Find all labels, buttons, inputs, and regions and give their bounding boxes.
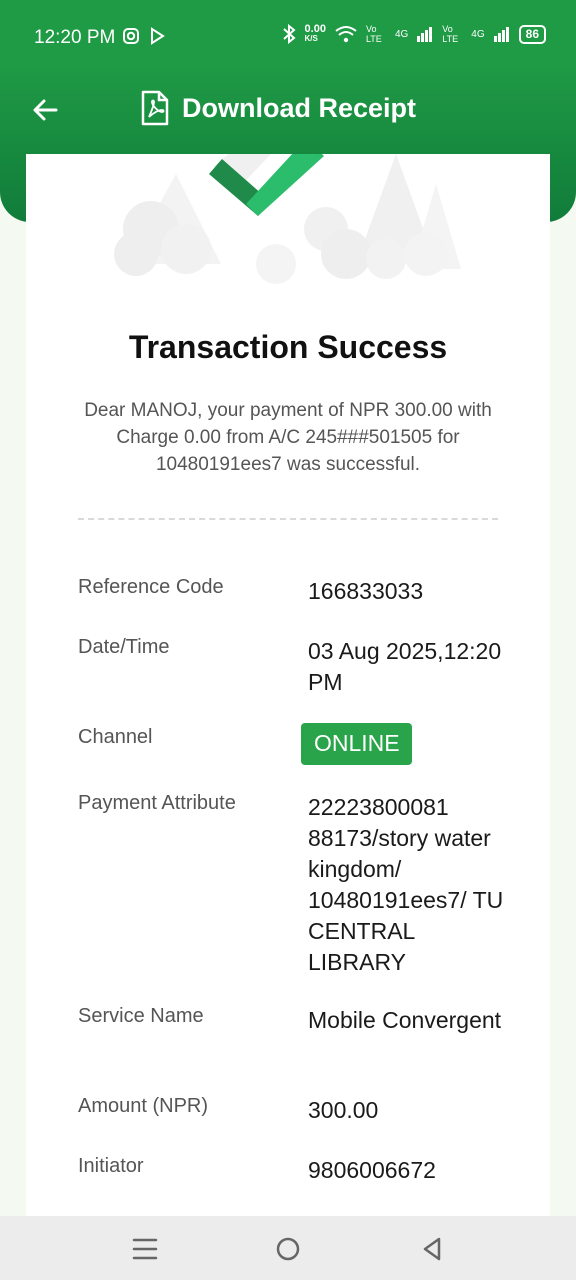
wifi-icon [335,26,357,43]
transaction-status-title: Transaction Success [128,329,448,365]
detail-label: Channel [78,726,153,748]
detail-value: 9806006672 [308,1157,436,1183]
speed-value: 0.00 [304,23,326,35]
status-bar: 12:20 PM 0.00 K/S Vo LTE 4G Vo LTE 4G 86 [0,0,576,64]
status-time: 12:20 PM [34,27,116,48]
detail-value: 22223800081 88173/story water kingdom/ 1… [308,794,504,975]
signal-icon [417,27,433,42]
success-illustration [114,154,461,284]
battery-icon: 86 [518,24,546,44]
detail-label: Service Name [78,1005,204,1027]
play-icon [151,27,165,45]
transaction-message: Dear MANOJ, your payment of NPR 300.00 w… [84,400,492,475]
back-arrow-icon[interactable] [30,95,60,125]
detail-label: Reference Code [78,576,224,598]
checkmark-icon [209,154,324,216]
detail-value: Mobile Convergent [308,1007,502,1033]
download-receipt-button[interactable]: Download Receipt [140,90,416,126]
detail-label: Payment Attribute [78,792,236,814]
receipt-card: Transaction Success Dear MANOJ, your pay… [26,154,550,1216]
network-label-2: Vo LTE [442,24,459,44]
menu-icon[interactable] [130,1234,160,1264]
network-type: 4G [394,28,409,40]
network-type-2: 4G [471,28,485,40]
detail-value: 166833033 [308,578,424,604]
network-label: Vo LTE [365,24,382,44]
detail-value: 03 Aug 2025,12:20 PM [308,638,502,695]
instagram-icon [123,28,139,44]
speed-unit: K/S [304,34,318,43]
detail-label: Amount (NPR) [78,1095,209,1117]
detail-label: Initiator [78,1155,144,1177]
detail-label: Date/Time [78,636,170,658]
page-title: Download Receipt [182,92,417,123]
pdf-icon [141,90,169,126]
channel-badge: ONLINE [301,723,412,765]
home-icon[interactable] [273,1234,303,1264]
system-nav-bar [0,1216,576,1280]
bluetooth-icon [282,24,296,44]
signal-icon-2 [493,27,509,42]
dashed-divider [78,518,498,520]
back-icon[interactable] [417,1234,447,1264]
detail-value: 300.00 [308,1097,379,1123]
